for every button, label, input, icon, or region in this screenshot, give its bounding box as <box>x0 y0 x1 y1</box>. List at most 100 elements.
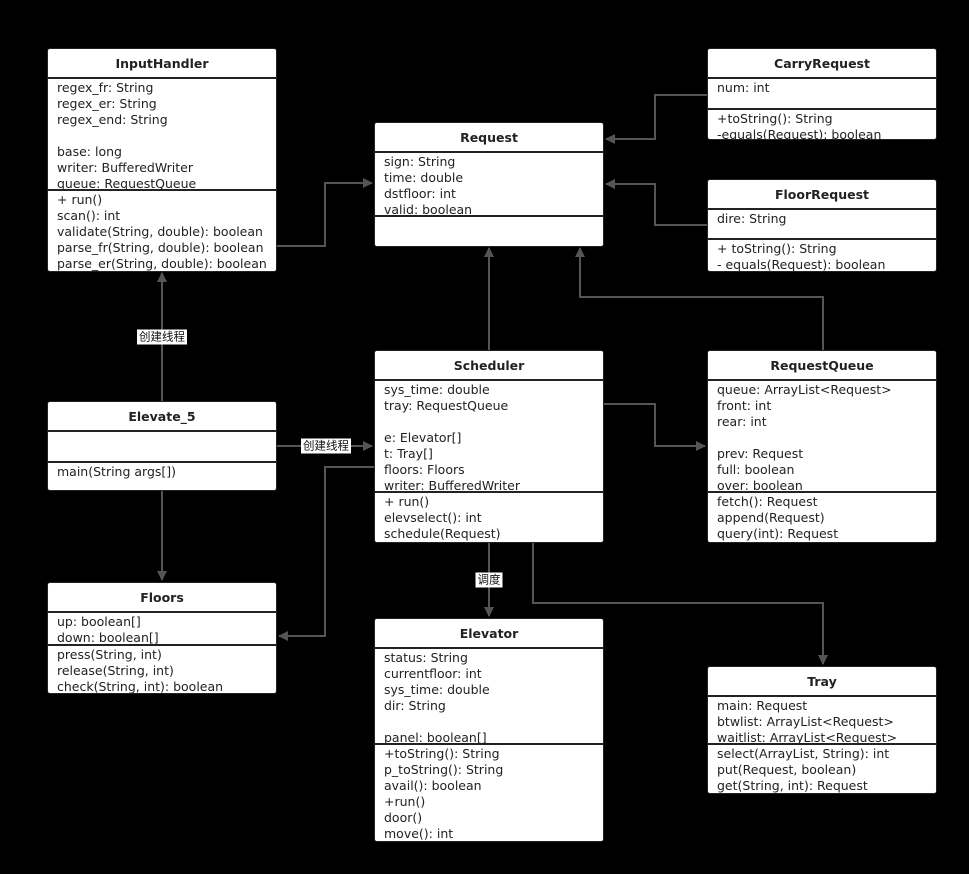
attribute <box>717 430 936 446</box>
attributes-section: regex_fr: String regex_er: String regex_en… <box>48 79 276 191</box>
class-tray[interactable]: Tray main: Request btwlist: ArrayList<Requ… <box>707 666 937 794</box>
class-requestqueue[interactable]: RequestQueue queue: ArrayList<Request> fro… <box>707 350 937 543</box>
methods-section: + run() scan(): int validate(String, doubl… <box>48 191 276 271</box>
attribute: regex_er: String <box>57 96 157 111</box>
method: +toString(): String <box>717 111 833 126</box>
method: parse_er(String, double): boolean <box>57 256 267 271</box>
attribute: rear: int <box>717 414 767 429</box>
method: p_toString(): String <box>384 762 504 777</box>
method: schedule(Request) <box>384 526 501 541</box>
methods-section: press(String, int) release(String, int) ch… <box>48 646 276 693</box>
class-carryrequest[interactable]: CarryRequest num: int +toString(): String -… <box>707 48 937 140</box>
attribute: valid: boolean <box>384 202 473 217</box>
attribute: base: long <box>57 144 122 159</box>
attribute: time: double <box>384 170 464 185</box>
method: release(String, int) <box>57 663 174 678</box>
methods-section: + run() elevselect(): int schedule(Request… <box>375 493 603 542</box>
method: door() <box>384 810 423 825</box>
class-scheduler[interactable]: Scheduler sys_time: double tray: RequestQu… <box>374 350 604 543</box>
attribute: btwlist: ArrayList<Request> <box>717 714 894 729</box>
attribute: waitlist: ArrayList<Request> <box>717 730 898 745</box>
attribute: num: int <box>717 80 770 95</box>
create-thread-label: 创建线程 <box>301 438 351 454</box>
class-name: Scheduler <box>375 351 603 381</box>
attribute: main: Request <box>717 698 808 713</box>
methods-section: +toString(): String p_toString(): String a… <box>375 745 603 841</box>
class-request[interactable]: Request sign: String time: double dstfloor:… <box>374 122 604 247</box>
method: +toString(): String <box>384 746 500 761</box>
method: fetch(): Request <box>717 494 818 509</box>
attribute: writer: BufferedWriter <box>384 478 520 493</box>
attribute: dire: String <box>717 211 787 226</box>
attributes-section: num: int <box>708 79 936 110</box>
class-floors[interactable]: Floors up: boolean[] down: boolean[] press(… <box>47 582 277 694</box>
methods-section: fetch(): Request append(Request) query(int… <box>708 493 936 542</box>
class-floorrequest[interactable]: FloorRequest dire: String + toString(): St… <box>707 179 937 272</box>
class-name: Elevate_5 <box>48 402 276 432</box>
class-elevator[interactable]: Elevator status: String currentfloor: int s… <box>374 618 604 842</box>
attributes-section: dire: String <box>708 210 936 240</box>
link-floorrequest-request <box>605 179 707 226</box>
attribute: queue: RequestQueue <box>57 176 197 191</box>
method: scan(): int <box>57 208 121 223</box>
methods-section: select(ArrayList, String): int put(Reques… <box>708 745 936 793</box>
method: get(String, int): Request <box>717 778 868 793</box>
method: append(Request) <box>717 510 825 525</box>
attribute: sys_time: double <box>384 382 490 397</box>
method: main(String args[]) <box>57 464 177 479</box>
attributes-section: sys_time: double tray: RequestQueue e: Ele… <box>375 381 603 493</box>
attributes-section: queue: ArrayList<Request> front: int rear:… <box>708 381 936 493</box>
attribute: down: boolean[] <box>57 630 159 645</box>
method: put(Request, boolean) <box>717 762 857 777</box>
attribute: front: int <box>717 398 772 413</box>
class-name: CarryRequest <box>708 49 936 79</box>
dispatch-label: 调度 <box>475 572 503 588</box>
link-scheduler-floors <box>278 466 374 641</box>
method: avail(): boolean <box>384 778 482 793</box>
method: + toString(): String <box>717 241 837 256</box>
method: move(): int <box>384 826 454 841</box>
attribute: prev: Request <box>717 446 804 461</box>
methods-section: +toString(): String -equals(Request): boo… <box>708 110 936 139</box>
method: select(ArrayList, String): int <box>717 746 890 761</box>
attribute: queue: ArrayList<Request> <box>717 382 892 397</box>
attribute <box>384 714 603 730</box>
attribute: sys_time: double <box>384 682 490 697</box>
method: elevselect(): int <box>384 510 482 525</box>
attributes-section: up: boolean[] down: boolean[] <box>48 613 276 646</box>
method: + run() <box>384 494 430 509</box>
attributes-section: status: String currentfloor: int sys_time:… <box>375 649 603 745</box>
attribute: up: boolean[] <box>57 614 141 629</box>
class-name: RequestQueue <box>708 351 936 381</box>
method: + run() <box>57 192 103 207</box>
attribute: panel: boolean[] <box>384 730 487 745</box>
attribute <box>57 128 276 144</box>
class-name: Floors <box>48 583 276 613</box>
class-name: Elevator <box>375 619 603 649</box>
attributes-section: sign: String time: double dstfloor: int val… <box>375 153 603 217</box>
attribute: regex_fr: String <box>57 80 154 95</box>
attributes-section <box>48 432 276 463</box>
attribute: tray: RequestQueue <box>384 398 509 413</box>
attributes-section: main: Request btwlist: ArrayList<Request>… <box>708 697 936 745</box>
method: +run() <box>384 794 426 809</box>
method: parse_fr(String, double): boolean <box>57 240 264 255</box>
attribute: e: Elevator[] <box>384 430 462 445</box>
methods-section: main(String args[]) <box>48 463 276 480</box>
attribute: full: boolean <box>717 462 795 477</box>
method: validate(String, double): boolean <box>57 224 263 239</box>
attribute: t: Tray[] <box>384 446 433 461</box>
method: query(int): Request <box>717 526 839 541</box>
attribute: writer: BufferedWriter <box>57 160 193 175</box>
attribute: status: String <box>384 650 468 665</box>
class-inputhandler[interactable]: InputHandler regex_fr: String regex_er: St… <box>47 48 277 272</box>
class-name: Request <box>375 123 603 153</box>
class-elevate5[interactable]: Elevate_5 main(String args[]) <box>47 401 277 491</box>
methods-section: + toString(): String - equals(Request): b… <box>708 240 936 271</box>
class-name: FloorRequest <box>708 180 936 210</box>
attribute: over: boolean <box>717 478 803 493</box>
attribute: regex_end: String <box>57 112 168 127</box>
link-scheduler-requestqueue <box>604 403 706 451</box>
create-thread-label: 创建线程 <box>137 329 187 345</box>
attribute <box>384 414 603 430</box>
